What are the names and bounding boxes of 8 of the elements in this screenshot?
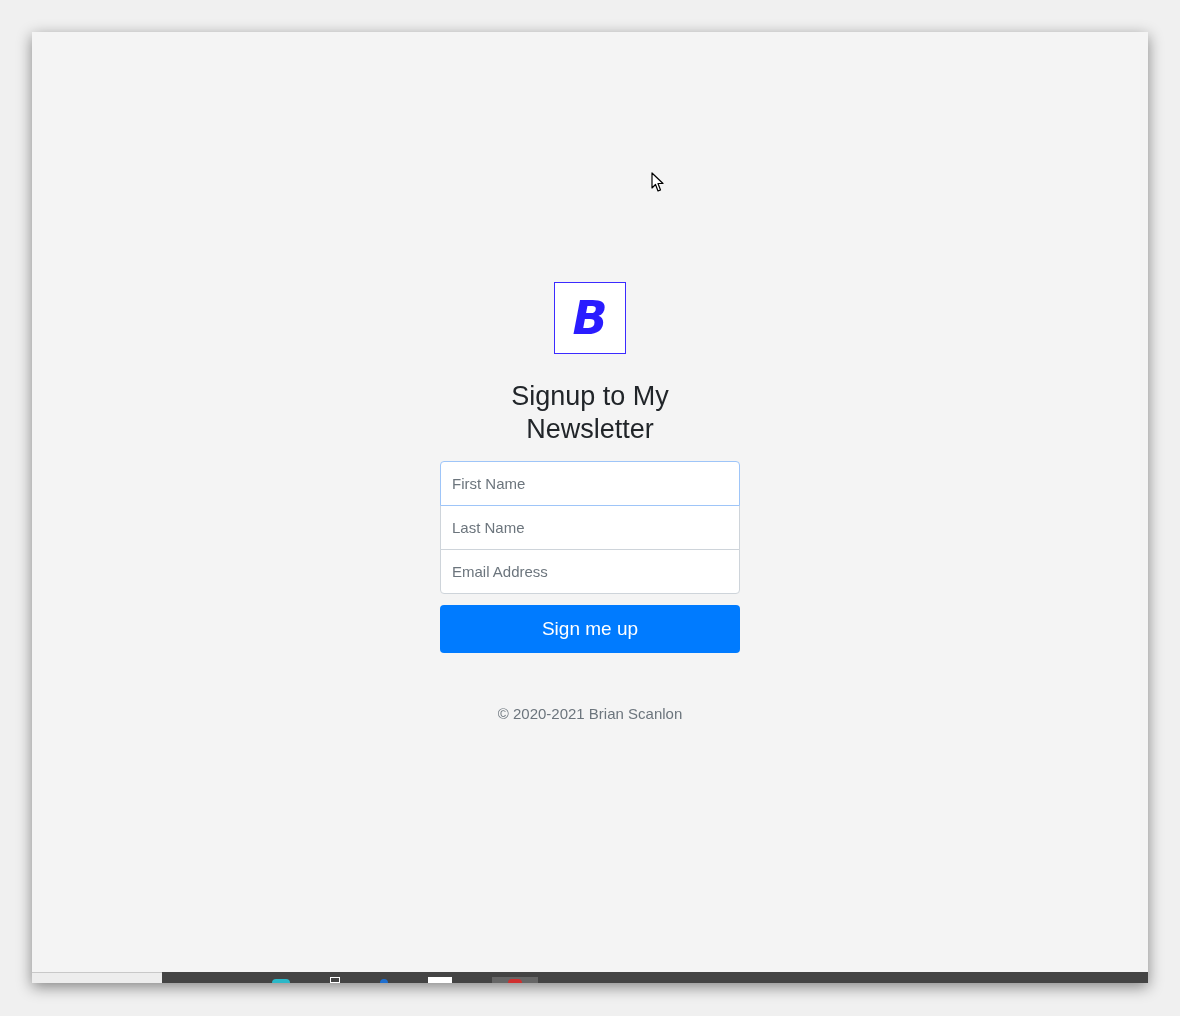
input-field[interactable]: Email Address [440,549,740,594]
signup-button[interactable]: Sign me up [440,605,740,653]
page-heading: Signup to My Newsletter [510,380,670,446]
mouse-cursor-icon [651,172,665,193]
input-field[interactable]: Last Name [440,505,740,550]
logo: B [554,282,626,354]
input-field[interactable]: First Name [440,461,740,506]
copyright-text: © 2020-2021 Brian Scanlon [497,704,683,724]
